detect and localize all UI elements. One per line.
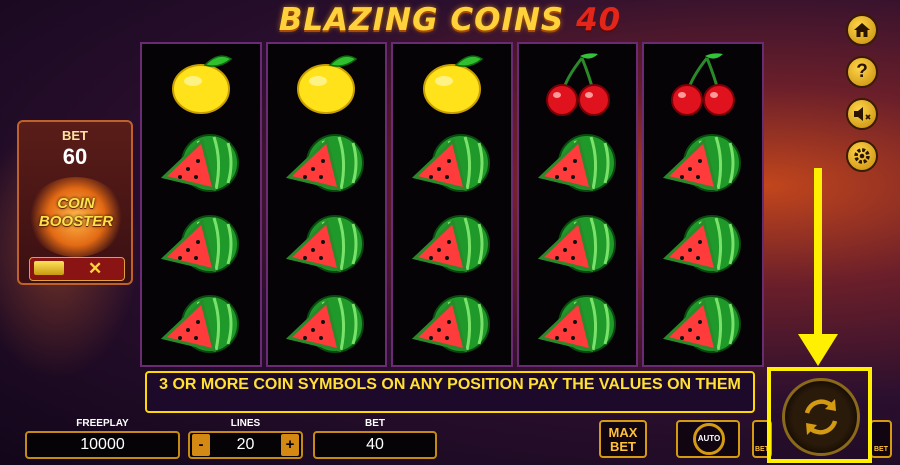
coin-booster-logo: COIN BOOSTER bbox=[27, 177, 125, 257]
booster-bet-value: 60 bbox=[62, 144, 88, 169]
cherry-symbol bbox=[528, 46, 628, 122]
watermelon-symbol bbox=[528, 126, 628, 202]
title-text: BLAZING COINS bbox=[278, 2, 565, 38]
lemon-symbol bbox=[402, 46, 502, 122]
lines-minus-button[interactable]: - bbox=[192, 434, 210, 456]
help-icon: ? bbox=[856, 61, 868, 82]
watermelon-symbol bbox=[528, 207, 628, 283]
booster-bet-label: BET bbox=[62, 128, 88, 143]
watermelon-symbol bbox=[402, 126, 502, 202]
sound-button[interactable] bbox=[846, 98, 878, 130]
watermelon-symbol bbox=[276, 126, 376, 202]
autoplay-icon: AUTO bbox=[693, 423, 725, 455]
watermelon-symbol bbox=[653, 126, 753, 202]
lines-plus-button[interactable]: + bbox=[281, 434, 299, 456]
coin-booster-panel: BET 60 COIN BOOSTER ✕ bbox=[17, 120, 133, 285]
watermelon-symbol bbox=[276, 207, 376, 283]
spin-arrows-icon bbox=[804, 399, 838, 435]
sound-off-icon bbox=[854, 107, 871, 121]
title-number: 40 bbox=[576, 2, 622, 38]
home-icon bbox=[854, 23, 870, 37]
freeplay-label: FREEPLAY bbox=[76, 418, 129, 429]
reel-3 bbox=[391, 42, 513, 367]
reel-1 bbox=[140, 42, 262, 367]
lines-value: 20 bbox=[236, 436, 255, 453]
watermelon-symbol bbox=[276, 287, 376, 363]
watermelon-symbol bbox=[151, 126, 251, 202]
reel-5 bbox=[642, 42, 764, 367]
annotation-arrow-head bbox=[798, 334, 838, 366]
watermelon-symbol bbox=[402, 287, 502, 363]
bet-plus-label: BET bbox=[874, 446, 888, 453]
help-button[interactable]: ? bbox=[846, 56, 878, 88]
max-bet-button[interactable]: MAX BET bbox=[599, 420, 647, 458]
watermelon-symbol bbox=[653, 287, 753, 363]
autoplay-button[interactable]: AUTO bbox=[676, 420, 740, 458]
home-button[interactable] bbox=[846, 14, 878, 46]
watermelon-symbol bbox=[528, 287, 628, 363]
max-bet-line1: MAX bbox=[608, 425, 638, 440]
lines-label: LINES bbox=[230, 418, 261, 429]
watermelon-symbol bbox=[653, 207, 753, 283]
lemon-symbol bbox=[276, 46, 376, 122]
gear-icon bbox=[854, 148, 870, 164]
max-bet-line2: BET bbox=[610, 439, 636, 454]
toggle-knob bbox=[34, 261, 64, 275]
watermelon-symbol bbox=[151, 207, 251, 283]
reel-4 bbox=[516, 42, 639, 367]
reel-2 bbox=[265, 42, 388, 367]
booster-line1: COIN bbox=[57, 195, 95, 212]
toggle-off-icon: ✕ bbox=[88, 259, 103, 278]
autoplay-label: AUTO bbox=[697, 434, 721, 443]
game-title: BLAZING COINS 40 bbox=[240, 2, 660, 42]
annotation-arrow-shaft bbox=[814, 168, 822, 340]
lemon-symbol bbox=[151, 46, 251, 122]
settings-button[interactable] bbox=[846, 140, 878, 172]
reels-area bbox=[140, 42, 764, 367]
info-message: 3 OR MORE COIN SYMBOLS ON ANY POSITION P… bbox=[145, 371, 755, 413]
watermelon-symbol bbox=[151, 287, 251, 363]
bet-label: BET bbox=[365, 418, 385, 429]
cherry-symbol bbox=[653, 46, 753, 122]
watermelon-symbol bbox=[402, 207, 502, 283]
spin-button[interactable] bbox=[782, 378, 860, 456]
booster-line2: BOOSTER bbox=[38, 213, 114, 230]
bet-value: 40 bbox=[313, 431, 437, 459]
coin-booster-toggle[interactable]: ✕ bbox=[29, 257, 125, 281]
freeplay-value: 10000 bbox=[25, 431, 180, 459]
bet-plus-button[interactable]: BET bbox=[870, 420, 892, 458]
